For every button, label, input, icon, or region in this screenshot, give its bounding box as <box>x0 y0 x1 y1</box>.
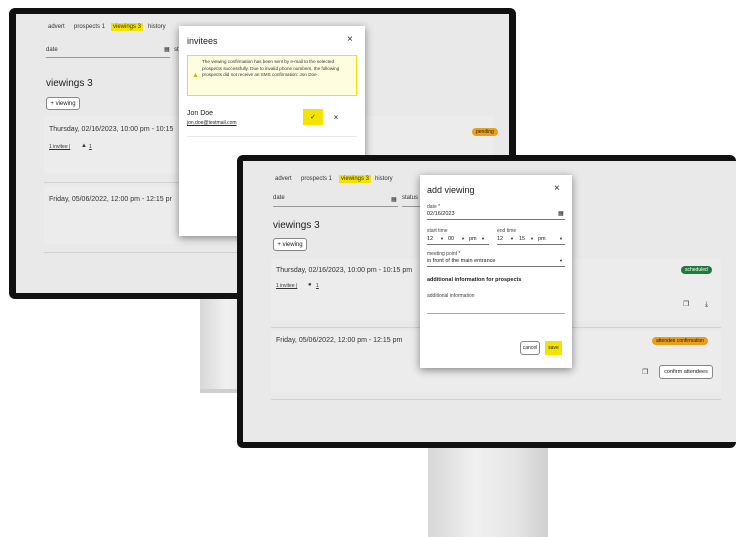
viewing-date: Thursday, 02/16/2023, 10:00 pm - 10:15 p… <box>276 267 413 274</box>
start-minute-select[interactable]: 00 <box>448 236 454 242</box>
check-icon: ✓ <box>310 114 316 121</box>
status-badge: pending <box>472 128 498 136</box>
date-filter-label: date <box>46 47 58 53</box>
status-filter-label: st <box>174 47 179 53</box>
date-value[interactable]: 02/16/2023 <box>427 211 455 217</box>
tab-advert[interactable]: advert <box>273 175 294 183</box>
viewing-date: Friday, 05/06/2022, 12:00 pm - 12:15 pr <box>49 196 172 203</box>
page-title: viewings 3 <box>273 220 320 231</box>
viewing-date: Friday, 05/06/2022, 12:00 pm - 12:15 pm <box>276 337 403 344</box>
date-label: date * <box>427 204 441 210</box>
tab-history[interactable]: history <box>373 175 395 183</box>
meeting-point-field[interactable] <box>427 266 565 267</box>
tab-advert[interactable]: advert <box>46 23 67 31</box>
divider <box>271 399 721 400</box>
front-screen: advert prospects 1 viewings 3 history da… <box>243 161 736 442</box>
invitee-link[interactable]: 1 invitee | <box>49 144 70 150</box>
add-viewing-button[interactable]: + viewing <box>273 238 307 251</box>
confirm-attendees-button[interactable]: confirm attendees <box>659 365 713 379</box>
tab-viewings[interactable]: viewings 3 <box>111 23 144 31</box>
status-badge: attendee confirmation <box>652 337 709 345</box>
divider <box>187 136 357 137</box>
remove-button[interactable]: × <box>327 109 345 125</box>
copy-icon[interactable]: ❐ <box>642 369 648 376</box>
calendar-icon[interactable]: ▦ <box>558 210 564 217</box>
end-minute-select[interactable]: 15 <box>519 236 525 242</box>
close-icon[interactable]: × <box>554 183 560 194</box>
date-filter-label: date <box>273 195 285 201</box>
front-monitor-stand <box>428 448 548 537</box>
status-badge: scheduled <box>681 266 712 274</box>
dialog-title: invitees <box>187 36 218 46</box>
status-filter-label: status <box>402 195 419 201</box>
chevron-down-icon: ▼ <box>510 236 514 241</box>
invitee-name: Jon Doe <box>187 110 214 117</box>
add-viewing-dialog: add viewing × date * 02/16/2023 ▦ start … <box>420 175 572 368</box>
warning-icon: ▲ <box>81 143 87 149</box>
chevron-down-icon: ▼ <box>440 236 444 241</box>
invitee-count: 1 <box>316 283 319 289</box>
invitee-email[interactable]: jon.doe@testmail.com <box>187 120 237 126</box>
date-field[interactable] <box>427 219 565 220</box>
start-hour-select[interactable]: 12 <box>427 236 433 242</box>
additional-info-field[interactable] <box>427 313 565 314</box>
alert-box: ▲ The viewing confirmation has been sent… <box>187 55 357 96</box>
end-ampm-select[interactable]: pm <box>538 236 546 242</box>
date-filter-input[interactable] <box>46 57 170 58</box>
start-ampm-select[interactable]: pm <box>469 236 477 242</box>
invitee-count: 1 <box>89 144 92 150</box>
section-title: additional information for prospects <box>427 277 522 283</box>
dialog-title: add viewing <box>427 185 475 195</box>
end-time-label: end time <box>497 228 517 234</box>
front-monitor: advert prospects 1 viewings 3 history da… <box>237 155 736 448</box>
tab-prospects[interactable]: prospects 1 <box>72 23 107 31</box>
calendar-icon[interactable]: ▦ <box>164 47 170 53</box>
invitee-row: Jon Doe jon.doe@testmail.com ✓ × <box>187 108 357 132</box>
tab-prospects[interactable]: prospects 1 <box>299 175 334 183</box>
chevron-down-icon: ▼ <box>559 258 563 263</box>
tab-viewings[interactable]: viewings 3 <box>339 175 372 183</box>
chevron-down-icon: ▼ <box>461 236 465 241</box>
confirm-button[interactable]: ✓ <box>303 109 323 125</box>
alert-text: The viewing confirmation has been sent b… <box>202 59 340 77</box>
meeting-point-label: meeting point * <box>427 251 461 257</box>
close-icon: × <box>333 112 339 122</box>
check-circle-icon: ● <box>308 282 312 288</box>
add-viewing-button[interactable]: + viewing <box>46 97 80 110</box>
end-hour-select[interactable]: 12 <box>497 236 503 242</box>
save-button[interactable]: save <box>545 341 562 355</box>
invitee-link[interactable]: 1 invitee | <box>276 283 297 289</box>
download-icon[interactable]: ⤓ <box>705 301 708 308</box>
end-time-field[interactable] <box>497 244 565 245</box>
meeting-point-select[interactable]: in front of the main entrance <box>427 258 495 264</box>
calendar-icon[interactable]: ▦ <box>391 197 397 203</box>
page-title: viewings 3 <box>46 78 93 89</box>
date-filter-input[interactable] <box>273 206 398 207</box>
chevron-down-icon: ▼ <box>481 236 485 241</box>
additional-info-label: additional information <box>427 293 475 299</box>
viewing-date: Thursday, 02/16/2023, 10:00 pm - 10:15 <box>49 126 174 133</box>
warning-icon: ▲ <box>192 72 199 79</box>
chevron-down-icon: ▼ <box>530 236 534 241</box>
cancel-button[interactable]: cancel <box>520 341 540 355</box>
chevron-down-icon: ▼ <box>559 236 563 241</box>
copy-icon[interactable]: ❐ <box>683 301 689 308</box>
status-filter-input[interactable] <box>402 206 420 207</box>
start-time-field[interactable] <box>427 244 489 245</box>
tab-history[interactable]: history <box>146 23 168 31</box>
start-time-label: start time <box>427 228 448 234</box>
close-icon[interactable]: × <box>347 34 353 45</box>
